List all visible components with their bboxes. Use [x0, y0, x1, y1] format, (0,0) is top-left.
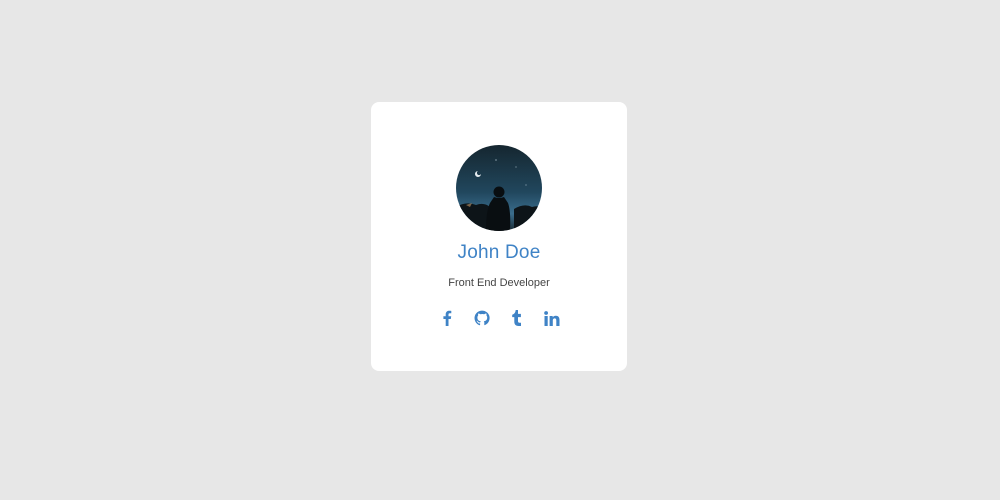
profile-name: John Doe [457, 242, 541, 263]
avatar [456, 145, 542, 231]
github-icon[interactable] [473, 309, 491, 327]
linkedin-icon[interactable] [543, 309, 561, 327]
profile-role: Front End Developer [448, 277, 550, 289]
profile-card: John Doe Front End Developer [371, 102, 627, 371]
avatar-photo [456, 145, 542, 231]
facebook-icon[interactable] [438, 309, 456, 327]
social-links [371, 309, 627, 327]
tumblr-icon[interactable] [508, 309, 526, 327]
